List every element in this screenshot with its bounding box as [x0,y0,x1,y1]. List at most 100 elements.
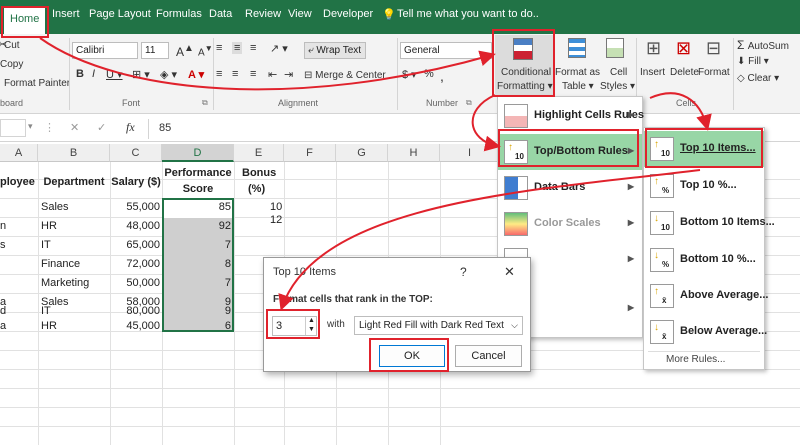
format-cells-icon[interactable]: ⊟ [706,38,721,59]
name-box[interactable] [0,119,26,137]
format-cells-button[interactable]: Format [698,67,730,78]
bottom-align-icon[interactable]: ≡ [250,42,256,54]
cell-score[interactable]: 7 [162,274,231,293]
cell-score[interactable]: 6 [162,317,231,336]
enter-entry-icon[interactable]: ✓ [97,121,106,134]
delete-cells-icon[interactable]: ⊠ [676,38,691,59]
tab-review[interactable]: Review [245,8,281,20]
cell-department[interactable]: Sales [41,198,109,217]
clear-button[interactable]: ◇ Clear ▾ [737,73,779,84]
tab-formulas[interactable]: Formulas [156,8,202,20]
fill-color-icon[interactable]: ◈ ▾ [160,68,177,81]
underline-icon[interactable]: U ▾ [106,68,123,81]
shrink-font-icon[interactable]: A▼ [198,43,213,58]
grow-font-icon[interactable]: A▲ [176,43,194,59]
cancel-button[interactable]: Cancel [455,345,522,367]
font-name-select[interactable]: Calibri [72,42,138,59]
bold-icon[interactable]: B [76,68,84,80]
column-header-f[interactable]: F [284,144,336,162]
font-size-select[interactable]: 11 [141,42,169,59]
cell-bonus[interactable]: 12 [234,214,284,226]
decrease-indent-icon[interactable]: ⇤ [268,68,277,81]
cell-score[interactable]: 7 [162,236,231,255]
cell-salary[interactable]: 65,000 [110,236,160,255]
tab-developer[interactable]: Developer [323,8,373,20]
cell-employee[interactable] [0,255,36,274]
cell-employee[interactable]: n [0,217,36,236]
column-header-h[interactable]: H [388,144,440,162]
tab-page-layout[interactable]: Page Layout [89,8,151,20]
cell-salary[interactable]: 45,000 [110,317,160,336]
cell-styles-button[interactable]: Cell [610,67,627,78]
column-header-g[interactable]: G [336,144,388,162]
submenu-item-bottom-10-items[interactable]: ↓ 10 Bottom 10 Items... [644,205,775,241]
cell-score[interactable]: 92 [162,217,231,236]
format-painter-button[interactable]: Format Painter [4,78,70,89]
copy-button[interactable]: Copy [0,59,23,70]
orientation-icon[interactable]: ↗ ▾ [270,42,288,55]
percent-icon[interactable]: % [424,68,434,80]
insert-cells-button[interactable]: Insert [640,67,665,78]
cell-salary[interactable]: 72,000 [110,255,160,274]
cell-employee[interactable]: a [0,317,36,336]
number-format-select[interactable]: General [400,42,492,59]
cell-score[interactable]: 8 [162,255,231,274]
tab-view[interactable]: View [288,8,312,20]
format-as-table-icon[interactable] [568,38,586,58]
merge-center-button[interactable]: ⊟ Merge & Center [304,70,386,81]
submenu-item-above-average[interactable]: ↑ x̄ Above Average... [644,278,768,314]
insert-function-icon[interactable]: fx [126,120,135,135]
help-icon[interactable]: ? [460,265,467,279]
comma-style-icon[interactable]: , [440,68,444,84]
cell-employee[interactable] [0,274,36,293]
column-header-b[interactable]: B [38,144,110,162]
cell-score[interactable]: 85 [162,198,231,217]
top-align-icon[interactable]: ≡ [216,42,222,54]
menu-item-data-bars[interactable]: Data Bars ▶ [498,170,642,206]
column-header-c[interactable]: C [110,144,162,162]
currency-icon[interactable]: $ ▾ [402,68,417,81]
tab-insert[interactable]: Insert [52,8,80,20]
cell-employee[interactable] [0,198,36,217]
middle-align-icon[interactable]: ≡ [232,42,243,54]
chevron-down-icon[interactable]: ▾ [28,121,33,132]
cell-styles-icon[interactable] [606,38,624,58]
tell-me-search[interactable]: Tell me what you want to do.. [397,8,539,20]
column-header-a[interactable]: A [0,144,38,162]
cell-employee[interactable]: s [0,236,36,255]
cell-department[interactable]: HR [41,217,109,236]
cell-salary[interactable]: 48,000 [110,217,160,236]
dialog-launcher-icon[interactable]: ⧉ [466,98,472,108]
format-as-table-button[interactable]: Format as [555,67,600,78]
submenu-item-below-average[interactable]: ↓ x̄ Below Average... [644,314,767,350]
autosum-button[interactable]: Σ AutoSum [737,38,789,52]
tab-data[interactable]: Data [209,8,232,20]
menu-item-color-scales[interactable]: Color Scales ▶ [498,206,642,242]
cancel-entry-icon[interactable]: ✕ [70,121,79,134]
align-left-icon[interactable]: ≡ [216,68,222,80]
dialog-launcher-icon[interactable]: ⧉ [202,98,208,108]
submenu-item-more-rules[interactable]: More Rules... [666,354,725,365]
increase-indent-icon[interactable]: ⇥ [284,68,293,81]
insert-cells-icon[interactable]: ⊞ [646,38,661,59]
align-center-icon[interactable]: ≡ [232,68,238,80]
column-header-d[interactable]: D [162,144,234,162]
submenu-item-bottom-10-percent[interactable]: ↓% Bottom 10 %... [644,242,764,278]
fill-button[interactable]: ⬇ Fill ▾ [737,56,769,67]
column-header-i[interactable]: I [440,144,500,162]
column-header-e[interactable]: E [234,144,284,162]
format-style-select[interactable]: Light Red Fill with Dark Red Text ⌵ [354,316,523,335]
align-right-icon[interactable]: ≡ [250,68,256,80]
cell-salary[interactable]: 50,000 [110,274,160,293]
cell-department[interactable]: HR [41,317,109,336]
cell-department[interactable]: Finance [41,255,109,274]
cut-button[interactable]: Cut [4,40,20,51]
font-color-icon[interactable]: A ▾ [188,68,204,81]
delete-cells-button[interactable]: Delete [670,67,699,78]
cell-department[interactable]: Marketing [41,274,109,293]
cell-department[interactable]: IT [41,236,109,255]
italic-icon[interactable]: I [92,68,95,80]
close-icon[interactable]: ✕ [504,264,515,280]
submenu-item-top-10-percent[interactable]: ↑% Top 10 %... [644,168,764,204]
borders-icon[interactable]: ⊞ ▾ [132,68,150,81]
